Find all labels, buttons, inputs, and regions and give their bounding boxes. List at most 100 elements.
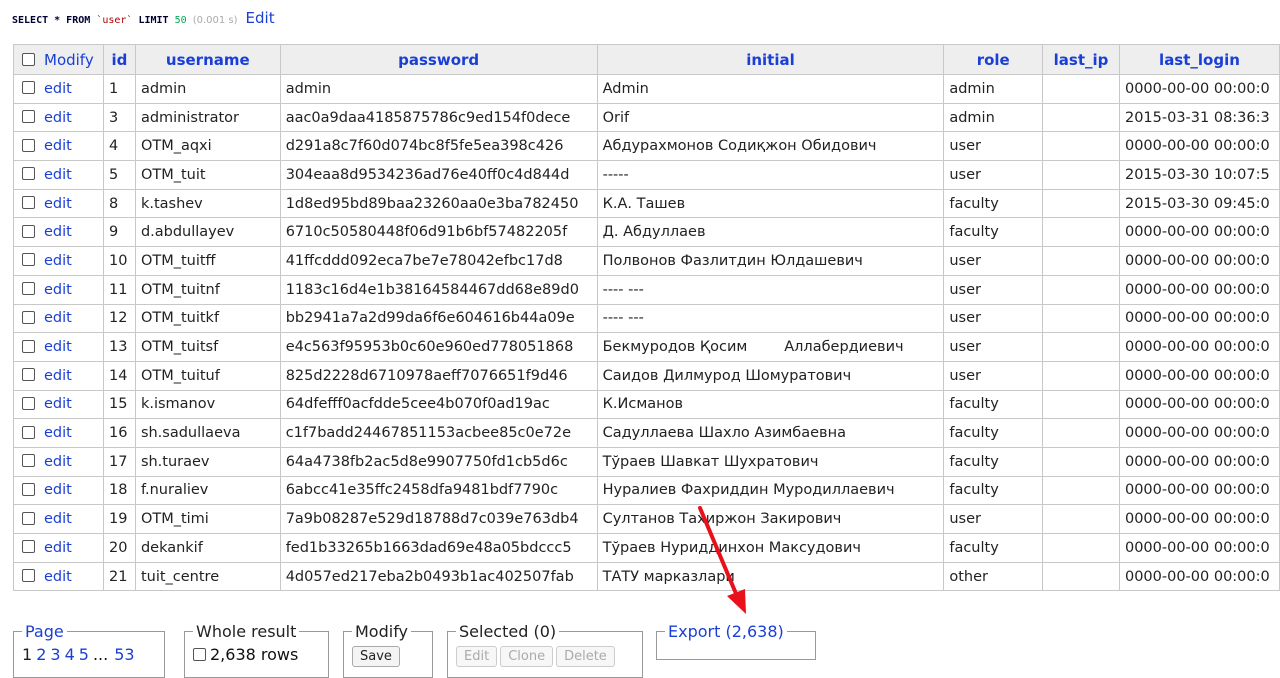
table-row: edit 15 k.ismanov 64dfefff0acfdde5cee4b070f… <box>13 389 1280 420</box>
row-edit-link[interactable]: edit <box>44 196 72 212</box>
column-header[interactable]: password <box>279 44 598 75</box>
row-edit-link[interactable]: edit <box>44 167 72 183</box>
row-checkbox[interactable] <box>22 196 35 210</box>
cell-password: bb2941a7a2d99da6f6e604616b44a09e <box>279 303 598 334</box>
export-legend[interactable]: Export (2,638) <box>665 622 787 641</box>
row-checkbox[interactable] <box>22 368 35 382</box>
cell-last-login: 0000-00-00 00:00:0 <box>1118 418 1280 448</box>
row-edit-link[interactable]: edit <box>44 110 72 126</box>
row-checkbox[interactable] <box>22 110 35 124</box>
column-header[interactable]: username <box>134 44 281 75</box>
page-link[interactable]: 2 <box>36 645 46 664</box>
row-checkbox[interactable] <box>22 282 35 296</box>
row-edit-link[interactable]: edit <box>44 138 72 154</box>
modify-header-label: Modify <box>44 50 94 69</box>
table-row: edit 11 OTM_tuitnf 1183c16d4e1b38164584467d… <box>13 274 1280 305</box>
row-edit-link[interactable]: edit <box>44 81 72 97</box>
cell-username: administrator <box>134 102 281 133</box>
cell-role: faculty <box>943 389 1044 420</box>
save-button[interactable]: Save <box>352 646 400 667</box>
row-checkbox[interactable] <box>22 339 35 353</box>
row-checkbox[interactable] <box>22 540 35 554</box>
column-header[interactable]: last_ip <box>1042 44 1120 75</box>
page-link-last[interactable]: 53 <box>114 645 134 664</box>
cell-last-ip <box>1042 217 1120 248</box>
row-checkbox[interactable] <box>22 310 35 324</box>
row-checkbox[interactable] <box>22 138 35 152</box>
cell-initial: Султанов Тахиржон Закирович <box>596 504 945 534</box>
edit-selected-button[interactable]: Edit <box>456 646 498 667</box>
cell-username: k.tashev <box>134 188 281 219</box>
row-edit-link[interactable]: edit <box>44 482 72 498</box>
cell-id: 12 <box>102 303 136 334</box>
row-edit-link[interactable]: edit <box>44 310 72 326</box>
cell-initial: ---- --- <box>596 274 945 305</box>
row-edit-link[interactable]: edit <box>44 540 72 556</box>
row-edit-link[interactable]: edit <box>44 425 72 441</box>
column-header[interactable]: role <box>943 44 1044 75</box>
row-checkbox[interactable] <box>22 167 35 181</box>
table-row: edit 21 tuit_centre 4d057ed217eba2b0493b1ac… <box>13 561 1280 592</box>
cell-id: 20 <box>102 533 136 563</box>
cell-password: fed1b33265b1663dad69e48a05bdccc5 <box>279 533 598 563</box>
row-edit-link[interactable]: edit <box>44 368 72 384</box>
cell-username: OTM_tuitkf <box>134 303 281 334</box>
page-link[interactable]: 4 <box>65 645 75 664</box>
cell-role: faculty <box>943 475 1044 506</box>
row-edit-link[interactable]: edit <box>44 339 72 355</box>
row-checkbox[interactable] <box>22 569 35 583</box>
cell-last-login: 0000-00-00 00:00:0 <box>1118 246 1280 276</box>
delete-selected-button[interactable]: Delete <box>556 646 615 667</box>
row-checkbox[interactable] <box>22 482 35 496</box>
clone-selected-button[interactable]: Clone <box>500 646 554 667</box>
column-header[interactable]: last_login <box>1118 44 1280 75</box>
row-checkbox[interactable] <box>22 425 35 439</box>
row-modify-cell: edit <box>13 504 104 534</box>
select-all-checkbox[interactable] <box>22 52 35 66</box>
cell-last-login: 0000-00-00 00:00:0 <box>1118 446 1280 477</box>
row-checkbox[interactable] <box>22 253 35 267</box>
column-header[interactable]: initial <box>596 44 945 75</box>
row-checkbox[interactable] <box>22 454 35 468</box>
whole-result-checkbox[interactable] <box>193 648 206 661</box>
table-row: edit 3 administrator aac0a9daa4185875786c9e… <box>13 102 1280 133</box>
modify-header[interactable]: Modify <box>13 44 104 75</box>
page-link[interactable]: 3 <box>50 645 60 664</box>
cell-role: faculty <box>943 418 1044 448</box>
row-edit-link[interactable]: edit <box>44 253 72 269</box>
cell-last-ip <box>1042 188 1120 219</box>
cell-initial: ТАТУ марказлари <box>596 561 945 592</box>
cell-initial: ---- --- <box>596 303 945 334</box>
cell-last-ip <box>1042 475 1120 506</box>
row-checkbox[interactable] <box>22 81 35 95</box>
column-header[interactable]: id <box>102 44 136 75</box>
page-link[interactable]: 5 <box>79 645 89 664</box>
cell-last-login: 0000-00-00 00:00:0 <box>1118 74 1280 104</box>
row-edit-link[interactable]: edit <box>44 511 72 527</box>
table-row: edit 8 k.tashev 1d8ed95bd89baa23260aa0e3ba7… <box>13 188 1280 219</box>
cell-last-ip <box>1042 504 1120 534</box>
cell-initial: Полвонов Фазлитдин Юлдашевич <box>596 246 945 276</box>
page-legend[interactable]: Page <box>22 622 67 641</box>
cell-id: 11 <box>102 274 136 305</box>
whole-result-fieldset: Whole result 2,638 rows <box>184 622 329 678</box>
row-modify-cell: edit <box>13 274 104 305</box>
row-edit-link[interactable]: edit <box>44 454 72 470</box>
row-checkbox[interactable] <box>22 224 35 238</box>
query-time: (0.001 s) <box>192 15 238 26</box>
cell-initial: Admin <box>596 74 945 104</box>
cell-initial: ----- <box>596 160 945 190</box>
row-modify-cell: edit <box>13 360 104 391</box>
row-edit-link[interactable]: edit <box>44 396 72 412</box>
cell-role: user <box>943 160 1044 190</box>
edit-query-link[interactable]: Edit <box>246 9 275 27</box>
row-edit-link[interactable]: edit <box>44 224 72 240</box>
page-ellipsis: ... <box>92 645 109 664</box>
row-edit-link[interactable]: edit <box>44 282 72 298</box>
cell-initial: К.А. Ташев <box>596 188 945 219</box>
whole-result-option[interactable]: 2,638 rows <box>193 645 298 664</box>
row-edit-link[interactable]: edit <box>44 569 72 585</box>
row-checkbox[interactable] <box>22 396 35 410</box>
results-table-wrapper: Modify id username password initial role… <box>13 44 1280 610</box>
row-checkbox[interactable] <box>22 511 35 525</box>
